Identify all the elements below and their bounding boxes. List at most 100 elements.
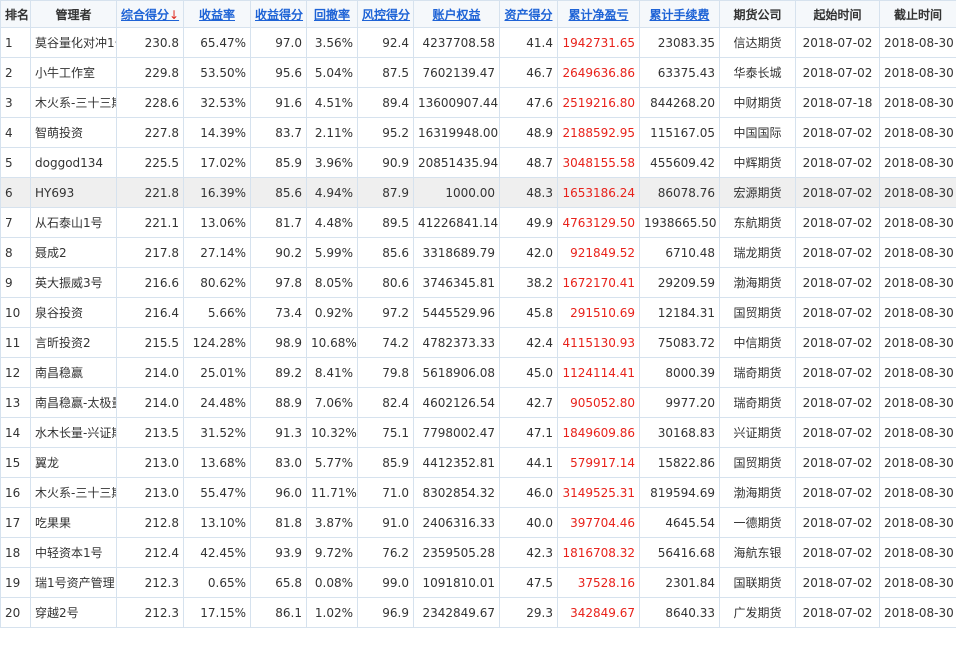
cell-return-score: 65.8 xyxy=(250,567,307,598)
cell-start-date: 2018-07-02 xyxy=(795,417,880,448)
cell-start-date: 2018-07-02 xyxy=(795,207,880,238)
cell-futures-company: 中财期货 xyxy=(719,87,796,118)
table-row[interactable]: 1莫谷量化对冲1号230.865.47%97.03.56%92.44237708… xyxy=(0,27,956,58)
cell-account-equity: 41226841.14 xyxy=(413,207,500,238)
cell-asset-score: 46.0 xyxy=(499,477,558,508)
table-row[interactable]: 13南昌稳赢-太极量化214.024.48%88.97.06%82.446021… xyxy=(0,387,956,418)
header-return-rate[interactable]: 收益率 xyxy=(183,0,251,28)
cell-cumulative-net-pnl: 905052.80 xyxy=(557,387,640,418)
cell-futures-company: 海航东银 xyxy=(719,537,796,568)
cell-cumulative-net-pnl: 1653186.24 xyxy=(557,177,640,208)
cell-asset-score: 42.0 xyxy=(499,237,558,268)
cell-risk-score: 91.0 xyxy=(357,507,414,538)
cell-manager: 瑞1号资产管理 xyxy=(30,567,117,598)
cell-start-date: 2018-07-02 xyxy=(795,237,880,268)
cell-start-date: 2018-07-02 xyxy=(795,177,880,208)
header-cumulative-fees[interactable]: 累计手续费 xyxy=(639,0,720,28)
cell-account-equity: 4237708.58 xyxy=(413,27,500,58)
cell-cumulative-fees: 30168.83 xyxy=(639,417,720,448)
cell-risk-score: 90.9 xyxy=(357,147,414,178)
cell-account-equity: 1000.00 xyxy=(413,177,500,208)
table-row[interactable]: 18 中轻资本1号 212.4 42.45% 93.9 9.72% 76.2 2359505.… xyxy=(0,537,956,568)
cell-end-date: 2018-08-30 xyxy=(879,267,956,298)
header-overall-score[interactable]: 综合得分↓ xyxy=(116,0,184,28)
table-row[interactable]: 2 小牛工作室 229.8 53.50% 95.6 5.04% 87.5 7602139.47… xyxy=(0,57,956,88)
cell-return-score: 93.9 xyxy=(250,537,307,568)
cell-futures-company: 国贸期货 xyxy=(719,297,796,328)
cell-asset-score: 46.7 xyxy=(499,57,558,88)
cell-risk-score: 99.0 xyxy=(357,567,414,598)
cell-cumulative-fees: 844268.20 xyxy=(639,87,720,118)
cell-cumulative-fees: 86078.76 xyxy=(639,177,720,208)
cell-end-date: 2018-08-30 xyxy=(879,537,956,568)
cell-manager: 翼龙 xyxy=(30,447,117,478)
header-drawdown[interactable]: 回撤率 xyxy=(306,0,358,28)
header-label: 账户权益 xyxy=(432,7,481,22)
table-row[interactable]: 12 南昌稳赢 214.0 25.01% 89.2 8.41% 79.8 5618906.08… xyxy=(0,357,956,388)
cell-account-equity: 8302854.32 xyxy=(413,477,500,508)
header-return-score[interactable]: 收益得分 xyxy=(250,0,307,28)
cell-cumulative-fees: 8000.39 xyxy=(639,357,720,388)
cell-end-date: 2018-08-30 xyxy=(879,237,956,268)
table-row[interactable]: 6 HY693 221.8 16.39% 85.6 4.94% 87.9 1000.00 48.… xyxy=(0,177,956,208)
cell-cumulative-net-pnl: 4763129.50 xyxy=(557,207,640,238)
table-row[interactable]: 8 聂成2 217.8 27.14% 90.2 5.99% 85.6 3318689.79 42… xyxy=(0,237,956,268)
cell-return-rate: 27.14% xyxy=(183,237,251,268)
table-row[interactable]: 9 英大振威3号 216.6 80.62% 97.8 8.05% 80.6 3746345.8… xyxy=(0,267,956,298)
cell-cumulative-net-pnl: 1672170.41 xyxy=(557,267,640,298)
cell-asset-score: 47.1 xyxy=(499,417,558,448)
table-row[interactable]: 4 智萌投资 227.8 14.39% 83.7 2.11% 95.2 16319948.00… xyxy=(0,117,956,148)
cell-futures-company: 一德期货 xyxy=(719,507,796,538)
header-label: 收益得分 xyxy=(255,7,304,22)
cell-cumulative-net-pnl: 2519216.80 xyxy=(557,87,640,118)
cell-return-score: 86.1 xyxy=(250,597,307,628)
table-row[interactable]: 15 翼龙 213.0 13.68% 83.0 5.77% 85.9 4412352.81 44… xyxy=(0,447,956,478)
table-row[interactable]: 5 doggod134 225.5 17.02% 85.9 3.96% 90.9 208514… xyxy=(0,147,956,178)
cell-start-date: 2018-07-02 xyxy=(795,147,880,178)
table-row[interactable]: 11 言昕投资2 215.5 124.28% 98.9 10.68% 74.2 4782373… xyxy=(0,327,956,358)
cell-overall-score: 213.0 xyxy=(116,447,184,478)
table-row[interactable]: 3 木火系-三十三期 228.6 32.53% 91.6 4.51% 89.4 1360090… xyxy=(0,87,956,118)
cell-cumulative-net-pnl: 2188592.95 xyxy=(557,117,640,148)
header-cumulative-net-pnl[interactable]: 累计净盈亏 xyxy=(557,0,640,28)
cell-return-rate: 42.45% xyxy=(183,537,251,568)
cell-overall-score: 213.5 xyxy=(116,417,184,448)
table-row[interactable]: 7 从石泰山1号 221.1 13.06% 81.7 4.48% 89.5 41226841.… xyxy=(0,207,956,238)
table-row[interactable]: 14水木长量-兴证期货213.531.52%91.310.32%75.17798… xyxy=(0,417,956,448)
cell-start-date: 2018-07-02 xyxy=(795,387,880,418)
cell-manager: 言昕投资2 xyxy=(30,327,117,358)
header-asset-score[interactable]: 资产得分 xyxy=(499,0,558,28)
cell-cumulative-fees: 23083.35 xyxy=(639,27,720,58)
cell-return-score: 81.7 xyxy=(250,207,307,238)
cell-end-date: 2018-08-30 xyxy=(879,177,956,208)
cell-start-date: 2018-07-02 xyxy=(795,327,880,358)
cell-rank: 9 xyxy=(0,267,31,298)
cell-risk-score: 95.2 xyxy=(357,117,414,148)
cell-account-equity: 5445529.96 xyxy=(413,297,500,328)
table-row[interactable]: 20 穿越2号 212.3 17.15% 86.1 1.02% 96.9 2342849.67… xyxy=(0,597,956,628)
table-row[interactable]: 19 瑞1号资产管理 212.3 0.65% 65.8 0.08% 99.0 1091810.… xyxy=(0,567,956,598)
cell-risk-score: 96.9 xyxy=(357,597,414,628)
cell-account-equity: 2342849.67 xyxy=(413,597,500,628)
cell-rank: 14 xyxy=(0,417,31,448)
table-row[interactable]: 10 泉谷投资 216.4 5.66% 73.4 0.92% 97.2 5445529.96 4… xyxy=(0,297,956,328)
cell-return-score: 85.6 xyxy=(250,177,307,208)
cell-return-rate: 17.02% xyxy=(183,147,251,178)
cell-return-rate: 13.68% xyxy=(183,447,251,478)
sort-desc-icon: ↓ xyxy=(169,7,180,22)
header-account-equity[interactable]: 账户权益 xyxy=(413,0,500,28)
cell-cumulative-fees: 9977.20 xyxy=(639,387,720,418)
cell-end-date: 2018-08-30 xyxy=(879,147,956,178)
cell-start-date: 2018-07-02 xyxy=(795,507,880,538)
cell-return-score: 73.4 xyxy=(250,297,307,328)
cell-risk-score: 97.2 xyxy=(357,297,414,328)
cell-cumulative-fees: 75083.72 xyxy=(639,327,720,358)
cell-manager: 吃果果 xyxy=(30,507,117,538)
cell-overall-score: 228.6 xyxy=(116,87,184,118)
table-row[interactable]: 17 吃果果 212.8 13.10% 81.8 3.87% 91.0 2406316.33 4… xyxy=(0,507,956,538)
table-row[interactable]: 16 木火系-三十三期 213.0 55.47% 96.0 11.71% 71.0 83028… xyxy=(0,477,956,508)
header-risk-score[interactable]: 风控得分 xyxy=(357,0,414,28)
cell-start-date: 2018-07-02 xyxy=(795,597,880,628)
cell-drawdown: 4.48% xyxy=(306,207,358,238)
cell-return-score: 91.3 xyxy=(250,417,307,448)
